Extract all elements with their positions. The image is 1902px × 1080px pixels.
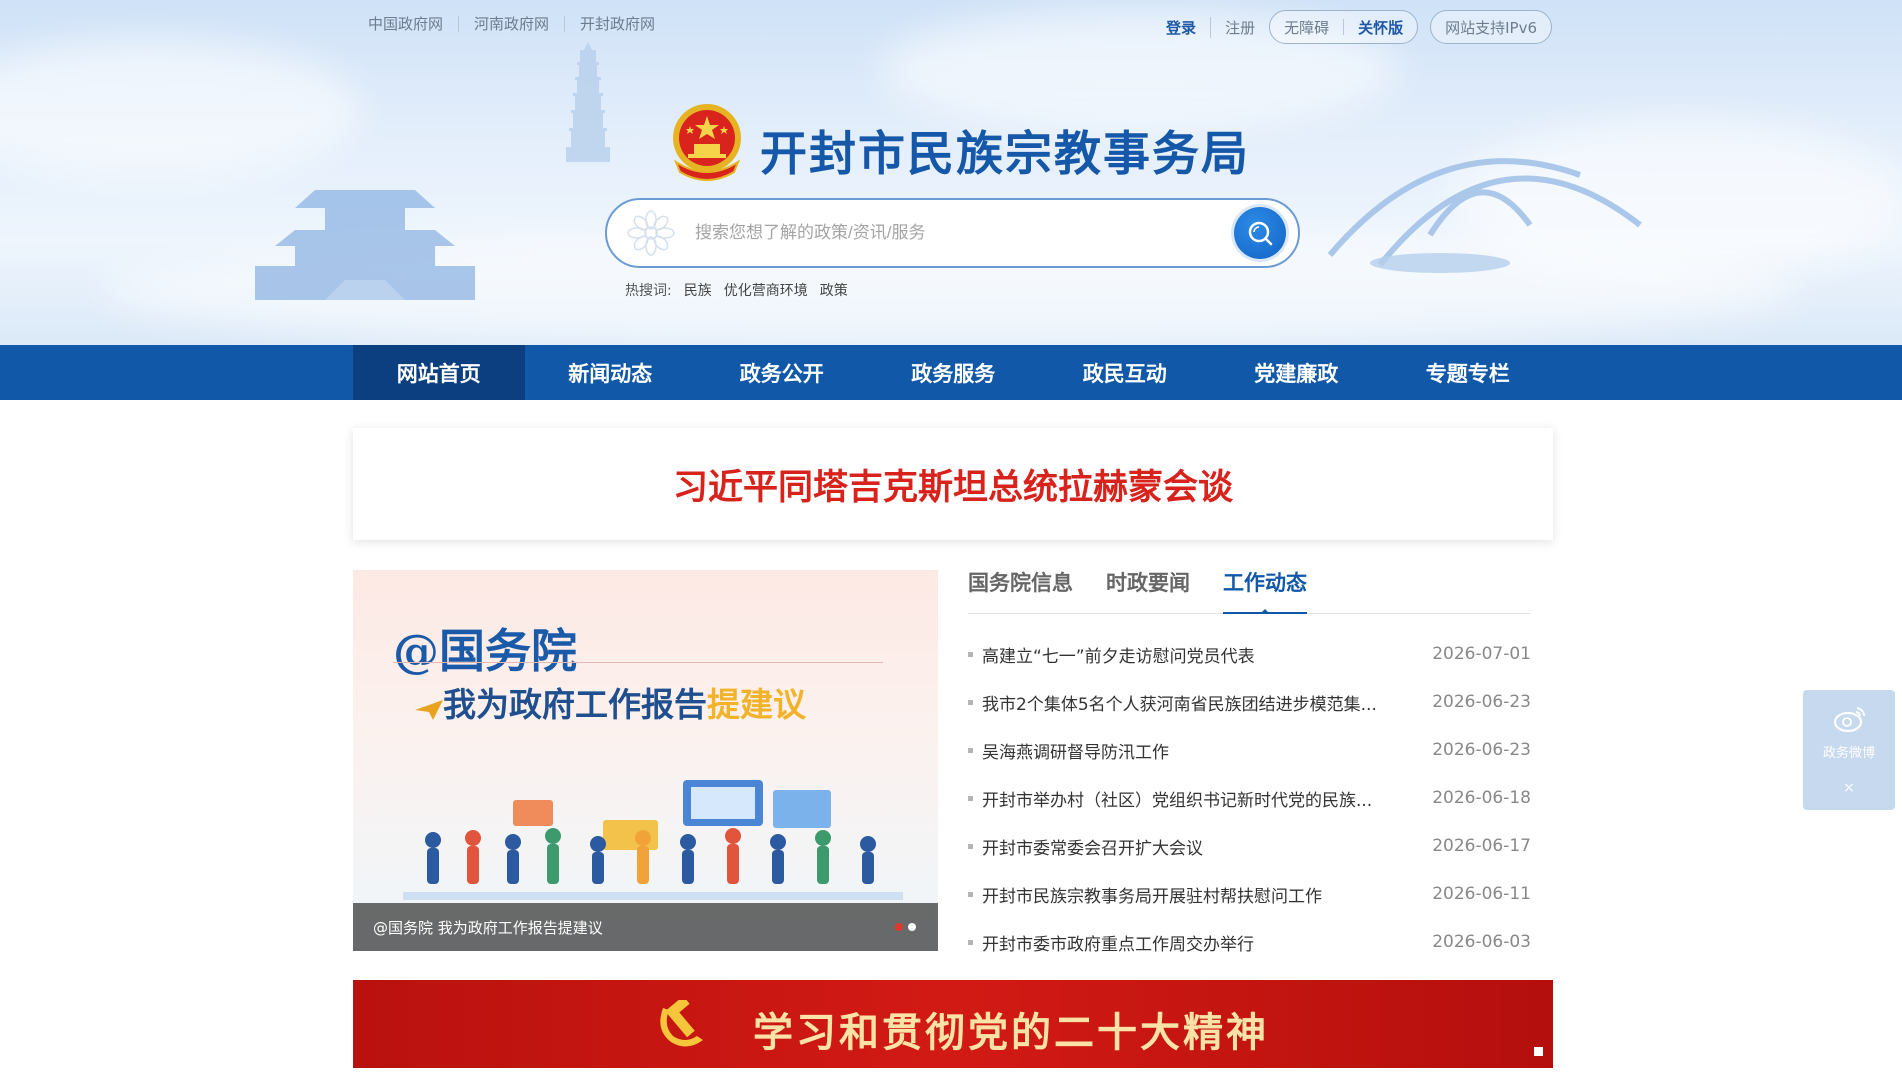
top-link-china-gov[interactable]: 中国政府网 bbox=[368, 16, 458, 32]
tab-current-affairs[interactable]: 时政要闻 bbox=[1106, 568, 1190, 614]
tab-work-updates[interactable]: 工作动态 bbox=[1223, 568, 1307, 614]
list-item: 开封市民族宗教事务局开展驻村帮扶慰问工作 2026-06-11 bbox=[968, 870, 1531, 918]
search-box bbox=[605, 198, 1300, 268]
chrysanthemum-icon bbox=[627, 210, 675, 256]
divider bbox=[393, 662, 883, 663]
search-input[interactable] bbox=[695, 216, 1215, 250]
news-list: 高建立“七一”前夕走访慰问党员代表 2026-07-01 我市2个集体5名个人获… bbox=[968, 630, 1531, 966]
carousel-pagination bbox=[890, 923, 916, 931]
carousel-slide-title: @国务院 bbox=[393, 624, 577, 678]
carousel-subtitle-emphasis: 提建议 bbox=[707, 685, 806, 724]
site-header: 中国政府网 河南政府网 开封政府网 登录 注册 无障碍 关怀版 网站支持IPv6… bbox=[0, 0, 1902, 345]
nav-item-home[interactable]: 网站首页 bbox=[353, 345, 525, 400]
party-banner[interactable]: 学习和贯彻党的二十大精神 bbox=[353, 980, 1553, 1068]
register-link[interactable]: 注册 bbox=[1211, 17, 1269, 38]
news-date: 2026-06-23 bbox=[1432, 692, 1531, 712]
hotword-link[interactable]: 优化营商环境 bbox=[724, 280, 808, 300]
news-date: 2026-06-11 bbox=[1432, 884, 1531, 904]
site-title: 开封市民族宗教事务局 bbox=[760, 127, 1250, 182]
banner-indicator bbox=[1534, 1047, 1543, 1056]
top-link-kaifeng-gov[interactable]: 开封政府网 bbox=[564, 16, 670, 32]
news-date: 2026-06-17 bbox=[1432, 836, 1531, 856]
list-item: 我市2个集体5名个人获河南省民族团结进步模范集... 2026-06-23 bbox=[968, 678, 1531, 726]
ipv6-label: 网站支持IPv6 bbox=[1445, 18, 1537, 37]
ipv6-badge: 网站支持IPv6 bbox=[1430, 10, 1552, 44]
list-item: 开封市委市政府重点工作周交办举行 2026-06-03 bbox=[968, 918, 1531, 966]
search-icon bbox=[1248, 221, 1273, 246]
search-button[interactable] bbox=[1234, 207, 1286, 259]
hot-search-words: 热搜词: 民族 优化营商环境 政策 bbox=[625, 280, 860, 300]
tab-state-council-info[interactable]: 国务院信息 bbox=[968, 568, 1073, 614]
nav-item-special-topics[interactable]: 专题专栏 bbox=[1382, 345, 1554, 400]
accessible-mode-link[interactable]: 无障碍 bbox=[1284, 17, 1329, 38]
people-illustration bbox=[403, 780, 903, 900]
list-item: 吴海燕调研督导防汛工作 2026-06-23 bbox=[968, 726, 1531, 774]
bullet bbox=[968, 747, 973, 753]
hotwords-label: 热搜词: bbox=[625, 283, 672, 299]
main-nav: 网站首页 新闻动态 政务公开 政务服务 政民互动 党建廉政 专题专栏 bbox=[0, 345, 1902, 400]
news-title-link[interactable]: 吴海燕调研督导防汛工作 bbox=[982, 738, 1431, 763]
carousel-caption-text[interactable]: @国务院 我为政府工作报告提建议 bbox=[373, 917, 603, 938]
care-mode-link[interactable]: 关怀版 bbox=[1358, 17, 1403, 38]
news-title-link[interactable]: 高建立“七一”前夕走访慰问党员代表 bbox=[982, 642, 1431, 667]
image-carousel[interactable]: @国务院 我为政府工作报告提建议 @国务院 我为政府工作报告提建议 bbox=[353, 570, 938, 951]
weibo-float[interactable]: 政务微博 × bbox=[1803, 690, 1895, 810]
nav-item-party-building[interactable]: 党建廉政 bbox=[1211, 345, 1383, 400]
headline-box: 习近平同塔吉克斯坦总统拉赫蒙会谈 bbox=[353, 428, 1553, 540]
bullet bbox=[968, 891, 973, 897]
bullet bbox=[968, 651, 973, 657]
login-link[interactable]: 登录 bbox=[1166, 16, 1212, 38]
bullet bbox=[968, 699, 973, 705]
news-title-link[interactable]: 开封市委常委会召开扩大会议 bbox=[982, 834, 1431, 859]
carousel-dot[interactable] bbox=[895, 923, 903, 931]
paper-plane-icon bbox=[415, 700, 443, 720]
palace-illustration bbox=[255, 190, 475, 300]
bullet bbox=[968, 795, 973, 801]
list-item: 开封市委常委会召开扩大会议 2026-06-17 bbox=[968, 822, 1531, 870]
hammer-sickle-icon bbox=[660, 1000, 703, 1047]
bridge-illustration bbox=[1327, 158, 1642, 273]
cloud-decoration bbox=[0, 40, 360, 180]
top-link-henan-gov[interactable]: 河南政府网 bbox=[458, 16, 564, 32]
nav-item-interaction[interactable]: 政民互动 bbox=[1039, 345, 1211, 400]
carousel-dot[interactable] bbox=[908, 923, 916, 931]
hotword-link[interactable]: 政策 bbox=[820, 280, 848, 300]
nav-item-gov-services[interactable]: 政务服务 bbox=[868, 345, 1040, 400]
headline-link[interactable]: 习近平同塔吉克斯坦总统拉赫蒙会谈 bbox=[673, 459, 1233, 510]
carousel-caption: @国务院 我为政府工作报告提建议 bbox=[353, 903, 938, 951]
banner-text: 学习和贯彻党的二十大精神 bbox=[753, 1009, 1269, 1056]
list-item: 高建立“七一”前夕走访慰问党员代表 2026-07-01 bbox=[968, 630, 1531, 678]
top-links: 中国政府网 河南政府网 开封政府网 bbox=[368, 16, 670, 32]
news-title-link[interactable]: 开封市民族宗教事务局开展驻村帮扶慰问工作 bbox=[982, 882, 1431, 907]
carousel-subtitle-text: 我为政府工作报告 bbox=[443, 685, 707, 724]
news-title-link[interactable]: 我市2个集体5名个人获河南省民族团结进步模范集... bbox=[982, 690, 1431, 715]
list-item: 开封市举办村（社区）党组织书记新时代党的民族... 2026-06-18 bbox=[968, 774, 1531, 822]
pagoda-illustration bbox=[566, 42, 610, 162]
divider bbox=[1343, 19, 1345, 35]
news-date: 2026-06-03 bbox=[1432, 932, 1531, 952]
weibo-label: 政务微博 bbox=[1822, 746, 1875, 761]
news-title-link[interactable]: 开封市举办村（社区）党组织书记新时代党的民族... bbox=[982, 786, 1431, 811]
nav-item-news[interactable]: 新闻动态 bbox=[525, 345, 697, 400]
news-tabs: 国务院信息 时政要闻 工作动态 bbox=[968, 568, 1531, 614]
news-date: 2026-06-23 bbox=[1432, 740, 1531, 760]
bullet bbox=[968, 843, 973, 849]
close-icon[interactable]: × bbox=[1803, 780, 1895, 796]
nav-item-gov-affairs-open[interactable]: 政务公开 bbox=[696, 345, 868, 400]
national-emblem-icon bbox=[673, 104, 741, 181]
user-tools: 登录 注册 无障碍 关怀版 网站支持IPv6 bbox=[1166, 10, 1552, 44]
weibo-icon bbox=[1833, 707, 1866, 732]
accessibility-switch: 无障碍 关怀版 bbox=[1269, 10, 1419, 44]
news-title-link[interactable]: 开封市委市政府重点工作周交办举行 bbox=[982, 930, 1431, 955]
news-date: 2026-07-01 bbox=[1432, 644, 1531, 664]
bullet bbox=[968, 939, 973, 945]
hotword-link[interactable]: 民族 bbox=[684, 280, 712, 300]
news-date: 2026-06-18 bbox=[1432, 788, 1531, 808]
carousel-slide-subtitle: 我为政府工作报告提建议 bbox=[443, 678, 806, 726]
